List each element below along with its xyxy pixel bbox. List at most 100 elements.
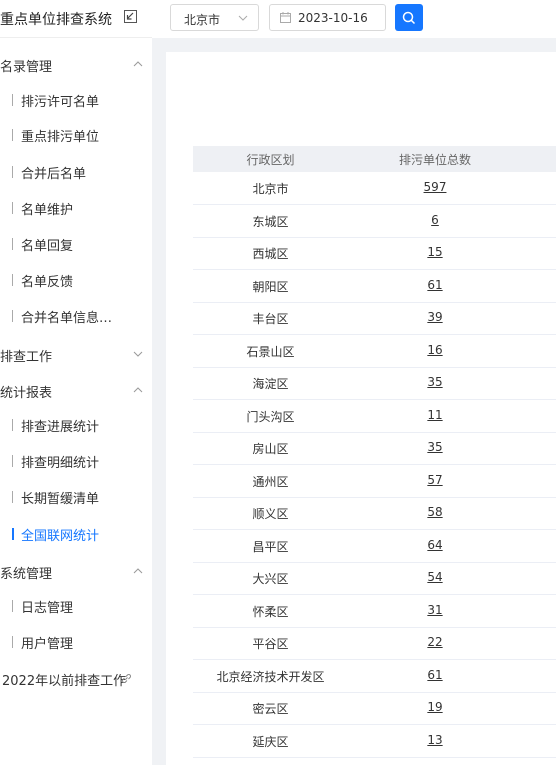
filter-bar: 北京市 2023-10-16 [152, 0, 556, 39]
chevron-down-icon [238, 15, 248, 21]
menu-group-inspection[interactable]: 排查工作 [0, 345, 152, 365]
table-row: 北京市 597 [193, 172, 556, 205]
region-cell: 西城区 [252, 247, 289, 261]
table-row: 门头沟区 11 [193, 400, 556, 433]
count-link[interactable]: 39 [364, 310, 506, 324]
count-link[interactable]: 64 [364, 538, 506, 552]
count-link[interactable]: 61 [364, 668, 506, 682]
region-cell: 密云区 [252, 702, 289, 716]
count-link[interactable]: 35 [364, 375, 506, 389]
search-icon [402, 11, 416, 25]
table-row: 西城区 15 [193, 237, 556, 270]
menu-item-label: 排查进展统计 [21, 420, 100, 435]
menu-item-label: 排污许可名单 [21, 95, 100, 110]
sidebar-header: 重点单位排查系统 [0, 0, 152, 38]
table-row: 怀柔区 31 [193, 595, 556, 628]
table-row: 大兴区 54 [193, 562, 556, 595]
chevron-up-icon [133, 568, 143, 574]
table-row: 石景山区 16 [193, 335, 556, 368]
table-row: 丰台区 39 [193, 302, 556, 335]
collapse-sidebar-icon[interactable] [124, 10, 137, 23]
region-cell: 房山区 [252, 442, 289, 456]
region-cell: 东城区 [252, 214, 289, 229]
count-link[interactable]: 11 [364, 408, 506, 422]
count-link[interactable]: 16 [364, 343, 506, 357]
count-link[interactable]: 6 [364, 213, 506, 227]
menu-item-merged-info[interactable]: 合并名单信息… [0, 305, 152, 327]
menu-item-permit-list[interactable]: 排污许可名单 [0, 89, 152, 111]
app-title: 重点单位排查系统 [0, 12, 112, 28]
table-row: 昌平区 64 [193, 530, 556, 563]
table-row: 东城区 6 [193, 205, 556, 238]
region-select[interactable]: 北京市 [170, 4, 259, 31]
menu-item-label: 合并名单信息… [21, 311, 113, 326]
region-cell: 平谷区 [252, 637, 289, 651]
region-cell: 门头沟区 [246, 409, 295, 424]
count-link[interactable]: 58 [364, 505, 506, 519]
menu-item-detail-stats[interactable]: 排查明细统计 [0, 450, 152, 472]
link-icon [122, 674, 131, 683]
table-row: 朝阳区 61 [193, 270, 556, 303]
region-select-value: 北京市 [184, 13, 221, 27]
menu-group-label: 名录管理 [0, 60, 53, 75]
date-value: 2023-10-16 [298, 11, 368, 25]
menu-item-list-maintenance[interactable]: 名单维护 [0, 197, 152, 219]
count-link[interactable]: 31 [364, 603, 506, 617]
count-link[interactable]: 13 [364, 733, 506, 747]
menu-item-label: 名单反馈 [21, 275, 74, 290]
column-header-region: 行政区划 [246, 153, 295, 167]
menu-item-label: 用户管理 [21, 637, 74, 652]
chevron-down-icon [133, 351, 143, 357]
menu-item-label: 排查明细统计 [21, 456, 100, 471]
table-row: 平谷区 22 [193, 627, 556, 660]
menu-item-key-units[interactable]: 重点排污单位 [0, 124, 152, 146]
menu-item-label: 日志管理 [21, 601, 74, 616]
count-link[interactable]: 57 [364, 473, 506, 487]
chevron-up-icon [133, 61, 143, 67]
menu-item-user-management[interactable]: 用户管理 [0, 631, 152, 653]
menu-item-legacy-link[interactable]: 2022年以前排查工作 [0, 669, 152, 691]
region-cell: 丰台区 [252, 312, 289, 326]
table-row: 北京经济技术开发区 61 [193, 660, 556, 693]
region-cell: 石景山区 [246, 344, 295, 359]
menu-item-label: 长期暂缓清单 [21, 492, 100, 507]
menu-group-directory[interactable]: 名录管理 [0, 55, 152, 75]
region-cell: 朝阳区 [252, 279, 289, 294]
menu-item-label: 2022年以前排查工作 [2, 674, 127, 689]
menu-item-list-feedback[interactable]: 名单反馈 [0, 269, 152, 291]
count-link[interactable]: 597 [364, 180, 506, 194]
menu-group-system[interactable]: 系统管理 [0, 562, 152, 582]
table-row: 密云区 19 [193, 692, 556, 725]
column-header-count: 排污单位总数 [398, 153, 471, 167]
menu-item-list-reply[interactable]: 名单回复 [0, 233, 152, 255]
menu-item-label: 名单回复 [21, 239, 74, 254]
menu-group-label: 统计报表 [0, 386, 53, 401]
menu-group-reports[interactable]: 统计报表 [0, 381, 152, 401]
date-picker[interactable]: 2023-10-16 [269, 4, 386, 31]
region-cell: 北京市 [252, 182, 289, 196]
menu-item-deferred-list[interactable]: 长期暂缓清单 [0, 486, 152, 508]
search-button[interactable] [395, 4, 423, 31]
region-cell: 怀柔区 [252, 604, 289, 619]
region-cell: 通州区 [252, 474, 289, 489]
menu-item-merged-list[interactable]: 合并后名单 [0, 161, 152, 183]
count-link[interactable]: 54 [364, 570, 506, 584]
count-link[interactable]: 61 [364, 278, 506, 292]
count-link[interactable]: 19 [364, 700, 506, 714]
table-row: 延庆区 13 [193, 725, 556, 758]
region-cell: 延庆区 [252, 734, 289, 749]
calendar-icon [280, 12, 291, 23]
menu-item-national-stats[interactable]: 全国联网统计 [0, 523, 152, 545]
menu-item-label: 重点排污单位 [21, 130, 100, 145]
region-cell: 大兴区 [252, 572, 289, 586]
menu-item-label: 全国联网统计 [21, 529, 100, 544]
region-cell: 海淀区 [252, 377, 289, 391]
table-header: 行政区划 排污单位总数 [193, 146, 556, 172]
table-row: 通州区 57 [193, 465, 556, 498]
count-link[interactable]: 35 [364, 440, 506, 454]
count-link[interactable]: 15 [364, 245, 506, 259]
menu-item-progress-stats[interactable]: 排查进展统计 [0, 414, 152, 436]
count-link[interactable]: 22 [364, 635, 506, 649]
table-row: 房山区 35 [193, 432, 556, 465]
menu-item-log-management[interactable]: 日志管理 [0, 595, 152, 617]
